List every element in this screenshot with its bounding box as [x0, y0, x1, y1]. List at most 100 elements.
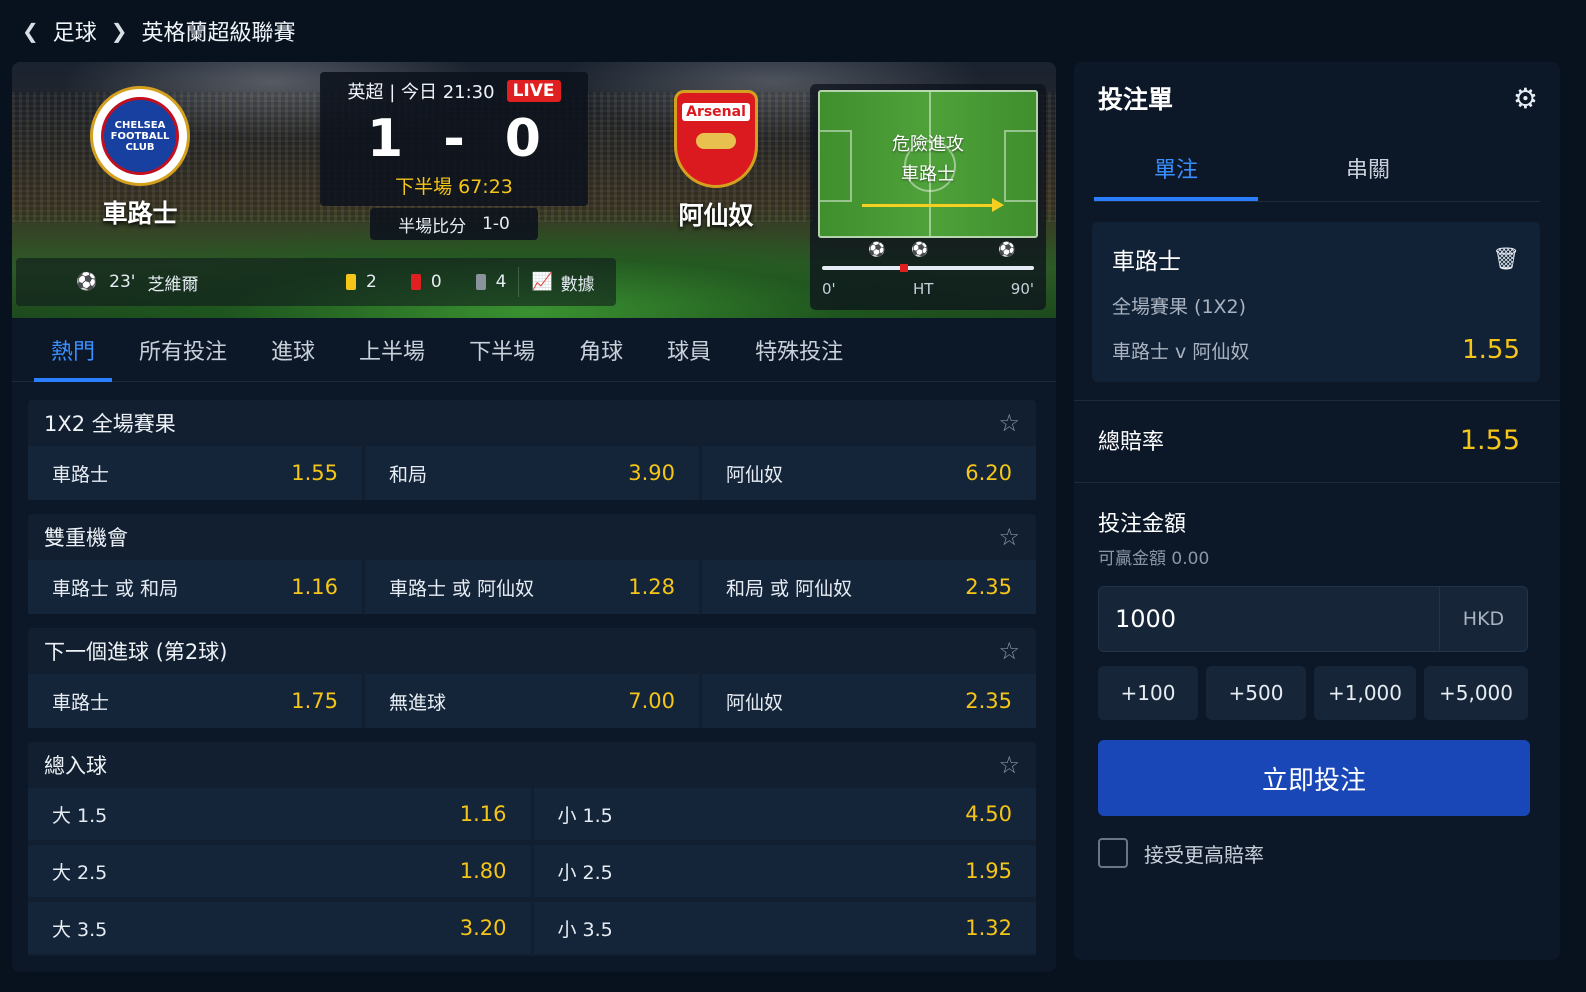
divider	[1074, 400, 1560, 401]
selection-odds: 1.55	[1462, 335, 1520, 365]
place-bet-button[interactable]: 立即投注	[1098, 740, 1530, 816]
chelsea-badge-icon: CHELSEA FOOTBALL CLUB	[90, 86, 190, 186]
red-card-icon	[410, 274, 421, 290]
market-tabs: 熱門 所有投注 進球 上半場 下半場 角球 球員 特殊投注	[12, 318, 1056, 382]
yellow-card-icon	[346, 274, 356, 290]
quick-stake-500[interactable]: +500	[1206, 666, 1306, 720]
away-team-name: 阿仙奴	[678, 201, 754, 230]
market-total-goals: 總入球 ☆ 大 1.5 1.16 小 1.5 4.50 大 2.5 1.80 小 2.…	[28, 742, 1036, 956]
selection-away[interactable]: 阿仙奴 2.35	[702, 674, 1036, 728]
half-time-score: 半場比分 1-0	[370, 208, 538, 240]
competition-kickoff: 英超 | 今日 21:30	[347, 82, 495, 103]
currency-label: HKD	[1439, 587, 1527, 651]
card-stats: 2 0 4	[346, 272, 506, 292]
selection-over[interactable]: 大 3.5 3.20	[28, 902, 531, 954]
quick-stake-buttons: +100 +500 +1,000 +5,000	[1098, 666, 1530, 720]
timeline-labels: 0' HT 90'	[822, 280, 1034, 298]
star-icon[interactable]: ☆	[998, 523, 1020, 551]
stake-label: 投注金額	[1098, 512, 1187, 537]
star-icon[interactable]: ☆	[998, 751, 1020, 779]
corner-icon	[475, 274, 486, 290]
stake-field: HKD	[1098, 586, 1528, 652]
gear-icon[interactable]: ⚙	[1513, 82, 1538, 115]
back-chevron-icon[interactable]: ❮	[22, 19, 39, 43]
selection-match: 車路士 v 阿仙奴	[1112, 340, 1250, 363]
selection-under[interactable]: 小 1.5 4.50	[533, 788, 1036, 840]
bet-slip: 投注單 ⚙ 單注 串關 車路士 🗑 全場賽果 (1X2) 車路士 v 阿仙奴 1…	[1074, 62, 1560, 960]
quick-stake-1000[interactable]: +1,000	[1314, 666, 1416, 720]
match-panel: CHELSEA FOOTBALL CLUB 車路士 英超 | 今日 21:30 …	[12, 62, 1056, 972]
trash-icon[interactable]: 🗑	[1492, 247, 1520, 272]
home-team: CHELSEA FOOTBALL CLUB 車路士	[90, 86, 190, 230]
total-odds: 總賠率 1.55	[1098, 424, 1520, 456]
market-double-chance: 雙重機會 ☆ 車路士 或 和局 1.16 車路士 或 阿仙奴 1.28 和局 或 阿…	[28, 514, 1036, 614]
accept-higher-odds: 接受更高賠率	[1098, 838, 1264, 868]
timeline-marker	[900, 264, 908, 272]
selection-home-or-draw[interactable]: 車路士 或 和局 1.16	[28, 560, 362, 614]
slip-tabs: 單注 串關	[1094, 134, 1540, 202]
tab-first-half[interactable]: 上半場	[342, 318, 442, 382]
goal-ball-icon: ⚽	[868, 242, 886, 258]
score: 1 - 0	[320, 108, 588, 170]
tab-second-half[interactable]: 下半場	[452, 318, 552, 382]
selection-under[interactable]: 小 3.5 1.32	[533, 902, 1036, 954]
market-title: 下一個進球 (第2球)	[44, 640, 228, 664]
market-title: 1X2 全場賽果	[44, 412, 176, 436]
selection-home-or-away[interactable]: 車路士 或 阿仙奴 1.28	[365, 560, 699, 614]
ball-icon: ⚽	[76, 272, 98, 292]
star-icon[interactable]: ☆	[998, 409, 1020, 437]
selection-home[interactable]: 車路士 1.55	[28, 446, 362, 500]
away-score: 0	[504, 109, 541, 169]
match-hero: CHELSEA FOOTBALL CLUB 車路士 英超 | 今日 21:30 …	[12, 62, 1056, 318]
tab-players[interactable]: 球員	[650, 318, 728, 382]
chart-icon: 📈	[531, 272, 553, 292]
chevron-right-icon: ❯	[110, 19, 128, 43]
attack-arrow-icon	[862, 198, 1004, 212]
pitch: 危險進攻 車路士	[818, 90, 1038, 238]
stats-button[interactable]: 📈 數據	[531, 270, 594, 295]
tab-goals[interactable]: 進球	[254, 318, 332, 382]
quick-stake-100[interactable]: +100	[1098, 666, 1198, 720]
tab-popular[interactable]: 熱門	[34, 318, 113, 382]
selection-home[interactable]: 車路士 1.75	[28, 674, 362, 728]
home-score: 1	[367, 109, 404, 169]
potential-win: 可贏金額 0.00	[1098, 549, 1210, 569]
selection-no-goal[interactable]: 無進球 7.00	[365, 674, 699, 728]
star-icon[interactable]: ☆	[998, 637, 1020, 665]
goal-event: ⚽ 23' 芝維爾	[76, 272, 199, 295]
tab-multiple[interactable]: 串關	[1286, 134, 1450, 201]
divider	[1074, 482, 1560, 483]
tab-all-bets[interactable]: 所有投注	[122, 318, 244, 382]
tab-specials[interactable]: 特殊投注	[738, 318, 860, 382]
market-next-goal: 下一個進球 (第2球) ☆ 車路士 1.75 無進球 7.00 阿仙奴 2.35	[28, 628, 1036, 728]
bet-selection-card: 車路士 🗑 全場賽果 (1X2) 車路士 v 阿仙奴 1.55	[1092, 222, 1540, 382]
pitch-status: 危險進攻 車路士	[892, 134, 964, 185]
market-title: 總入球	[44, 754, 107, 778]
selection-under[interactable]: 小 2.5 1.95	[533, 845, 1036, 897]
scoreboard: 英超 | 今日 21:30 LIVE 1 - 0 下半場 67:23	[320, 72, 588, 206]
match-timeline	[822, 264, 1034, 272]
event-bar: ⚽ 23' 芝維爾 2 0 4 📈 數據	[16, 258, 616, 306]
selection-over[interactable]: 大 2.5 1.80	[28, 845, 531, 897]
market-title: 雙重機會	[44, 526, 128, 550]
selection-draw-or-away[interactable]: 和局 或 阿仙奴 2.35	[702, 560, 1036, 614]
score-separator: -	[443, 109, 465, 169]
breadcrumb: ❮ 足球 ❯ 英格蘭超級聯賽	[22, 14, 296, 48]
market-1x2: 1X2 全場賽果 ☆ 車路士 1.55 和局 3.90 阿仙奴 6.20	[28, 400, 1036, 500]
goal-ball-icon: ⚽	[911, 242, 929, 258]
arsenal-badge-icon: Arsenal	[674, 90, 758, 188]
stake-input[interactable]	[1099, 587, 1439, 651]
selection-draw[interactable]: 和局 3.90	[365, 446, 699, 500]
breadcrumb-league[interactable]: 英格蘭超級聯賽	[142, 15, 296, 47]
breadcrumb-sport[interactable]: 足球	[53, 15, 97, 47]
match-tracker: 危險進攻 車路士 ⚽ ⚽ ⚽ 0' HT 90'	[810, 84, 1046, 310]
divider	[518, 267, 520, 297]
selection-market: 全場賽果 (1X2)	[1112, 296, 1247, 318]
selection-over[interactable]: 大 1.5 1.16	[28, 788, 531, 840]
selection-away[interactable]: 阿仙奴 6.20	[702, 446, 1036, 500]
quick-stake-5000[interactable]: +5,000	[1424, 666, 1528, 720]
goal-ball-icon: ⚽	[998, 242, 1016, 258]
accept-higher-odds-checkbox[interactable]	[1098, 838, 1128, 868]
tab-single[interactable]: 單注	[1094, 134, 1258, 201]
tab-corners[interactable]: 角球	[562, 318, 640, 382]
